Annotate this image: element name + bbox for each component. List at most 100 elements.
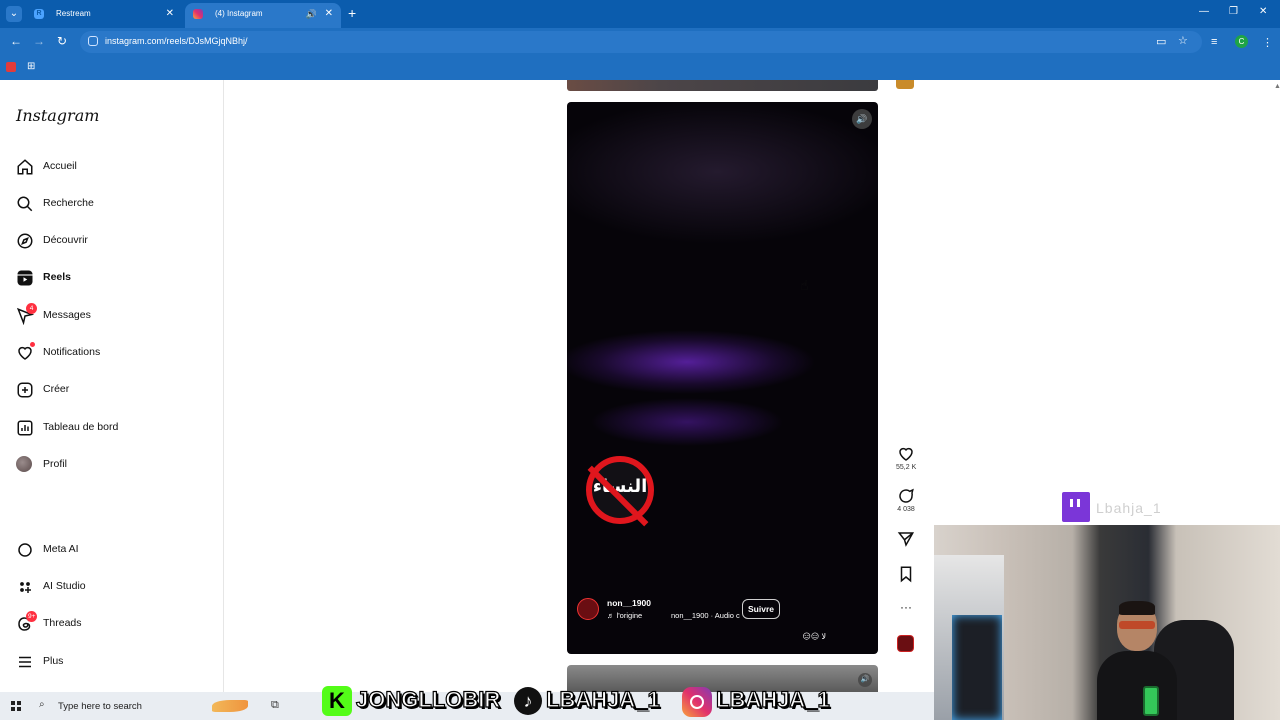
restore-icon[interactable]: ❐ — [1229, 6, 1238, 17]
threads-badge: 9+ — [26, 611, 38, 622]
reel-username[interactable]: non__1900 — [607, 598, 651, 608]
nav-label: Threads — [43, 617, 82, 629]
nav-recherche[interactable]: Recherche — [16, 194, 212, 216]
nav-creer[interactable]: Créer — [16, 380, 212, 402]
bookmark-star-icon[interactable]: ☆ — [1178, 34, 1188, 47]
forward-icon[interactable]: → — [33, 34, 45, 48]
search-icon: ⌕ — [39, 699, 45, 710]
close-icon[interactable]: ✕ — [166, 3, 174, 25]
notification-dot — [30, 342, 35, 347]
tab-title: Restream — [56, 9, 91, 18]
site-info-icon[interactable] — [88, 36, 98, 46]
nav-label: Créer — [43, 383, 70, 395]
comment-count: 4 038 — [897, 506, 915, 513]
close-window-icon[interactable]: ✕ — [1259, 6, 1267, 17]
kebab-menu-icon[interactable]: ⋮ — [1262, 36, 1273, 49]
comment-button[interactable]: 4 038 — [896, 487, 916, 513]
nav-plus[interactable]: Plus — [16, 652, 212, 674]
nav-label: Profil — [43, 458, 67, 470]
socials-banner: K JONGLLOBIR ♪ LBAHJA_1 LBAHJA_1 — [300, 683, 1159, 720]
bookmark-red-icon[interactable] — [6, 62, 16, 72]
previous-reel[interactable] — [567, 80, 878, 91]
reel-author-avatar[interactable] — [577, 598, 599, 620]
close-icon[interactable]: ✕ — [325, 3, 333, 25]
windows-start-icon[interactable] — [11, 701, 21, 711]
webcam-streamer — [1092, 601, 1182, 720]
nav-notifications[interactable]: Notifications — [16, 342, 212, 365]
task-view-icon[interactable]: ⧉ — [271, 699, 279, 712]
menu-icon — [19, 656, 31, 668]
hand-cursor-icon: ☝ — [800, 277, 809, 293]
battery-icon — [1143, 686, 1159, 716]
nav-threads[interactable]: 9+ Threads — [16, 611, 212, 636]
nav-profil[interactable]: Profil — [16, 455, 212, 477]
nav-reels[interactable]: Reels — [16, 268, 212, 290]
tiktok-username: LBAHJA_1 — [545, 686, 660, 712]
nav-label: Découvrir — [43, 234, 88, 246]
nav-accueil[interactable]: Accueil — [16, 157, 212, 179]
plus-square-icon — [17, 382, 33, 398]
nav-label: Plus — [43, 655, 64, 667]
tiktok-icon: ♪ — [514, 687, 542, 715]
comment-icon — [899, 488, 914, 503]
nav-label: Messages — [43, 309, 91, 321]
tab-search-icon[interactable]: ⌄ — [6, 6, 22, 22]
bookmark-icon — [900, 566, 912, 583]
instagram-sidebar: Instagram Accueil Recherche Découvrir Re… — [0, 80, 224, 692]
back-icon[interactable]: ← — [10, 34, 22, 48]
browser-toolbar: ← → ↻ instagram.com/reels/DJsMGjqNBhj/ ▭… — [0, 28, 1280, 56]
instagram-username: LBAHJA_1 — [715, 686, 830, 712]
address-bar[interactable]: instagram.com/reels/DJsMGjqNBhj/ ▭ ☆ — [80, 31, 1202, 53]
apps-grid-icon[interactable]: ⊞ — [27, 61, 35, 72]
nav-decouvrir[interactable]: Découvrir — [16, 231, 212, 253]
reel-audio-label[interactable]: ♬ l'origine — [607, 611, 642, 620]
screen: ⌄ R Restream ✕ (4) Instagram 🔊 ✕ + — ❐ ✕… — [0, 0, 1280, 720]
tab-restream[interactable]: R Restream ✕ — [26, 3, 182, 28]
compass-icon — [17, 233, 33, 249]
follow-button[interactable]: Suivre — [742, 599, 780, 619]
media-control-icon[interactable]: ≡ — [1211, 36, 1217, 48]
home-icon — [17, 159, 33, 175]
instagram-favicon-icon — [193, 9, 203, 19]
nav-ai-studio[interactable]: AI Studio — [16, 577, 212, 599]
previous-audio-thumbnail[interactable] — [896, 80, 914, 89]
reel-audio-detail[interactable]: non__1900 · Audio c — [671, 611, 740, 620]
nav-label: Recherche — [43, 197, 94, 209]
tab-title: (4) Instagram — [215, 9, 263, 18]
new-tab-button[interactable]: + — [348, 5, 356, 21]
scrollbar-up-icon[interactable]: ▲ — [1274, 83, 1280, 90]
save-button[interactable] — [896, 565, 916, 583]
nav-tableau-de-bord[interactable]: Tableau de bord — [16, 418, 212, 440]
kick-username: JONGLLOBIR — [355, 686, 501, 712]
share-button[interactable] — [896, 530, 916, 548]
send-icon — [897, 532, 915, 547]
bookmarks-bar: ⊞ — [0, 56, 1280, 80]
search-icon — [17, 196, 33, 212]
webcam-feed — [934, 525, 1280, 720]
like-button[interactable]: 55,2 K — [896, 445, 916, 471]
reel-video[interactable]: 🔊 النساء non__1900 ♬ l'origine non__1900… — [567, 102, 878, 654]
reel-caption: 😑😑 لا — [802, 632, 826, 641]
instagram-icon — [682, 687, 712, 717]
nav-messages[interactable]: 4 Messages — [16, 303, 212, 328]
nav-label: Reels — [43, 271, 72, 283]
speaker-icon[interactable]: 🔊 — [306, 3, 317, 25]
streamer-hair — [1119, 601, 1155, 615]
install-app-icon[interactable]: ▭ — [1156, 35, 1166, 48]
audio-thumbnail[interactable] — [897, 635, 914, 652]
nav-meta-ai[interactable]: Meta AI — [16, 540, 212, 562]
instagram-logo[interactable]: Instagram — [16, 106, 99, 125]
url-text: instagram.com/reels/DJsMGjqNBhj/ — [105, 36, 248, 46]
profile-avatar[interactable]: C — [1235, 35, 1248, 48]
restream-favicon-icon: R — [34, 9, 44, 19]
tab-instagram[interactable]: (4) Instagram 🔊 ✕ — [185, 3, 341, 28]
no-women-sign: النساء — [586, 456, 654, 527]
taskbar-search-placeholder: Type here to search — [58, 701, 142, 712]
more-options-icon[interactable]: ··· — [896, 600, 916, 614]
volume-icon[interactable]: 🔊 — [852, 109, 872, 129]
kick-icon: K — [322, 686, 352, 716]
minimize-icon[interactable]: — — [1199, 6, 1209, 17]
ai-studio-icon — [20, 582, 31, 593]
reload-icon[interactable]: ↻ — [57, 34, 67, 48]
twitch-icon — [1062, 492, 1090, 522]
